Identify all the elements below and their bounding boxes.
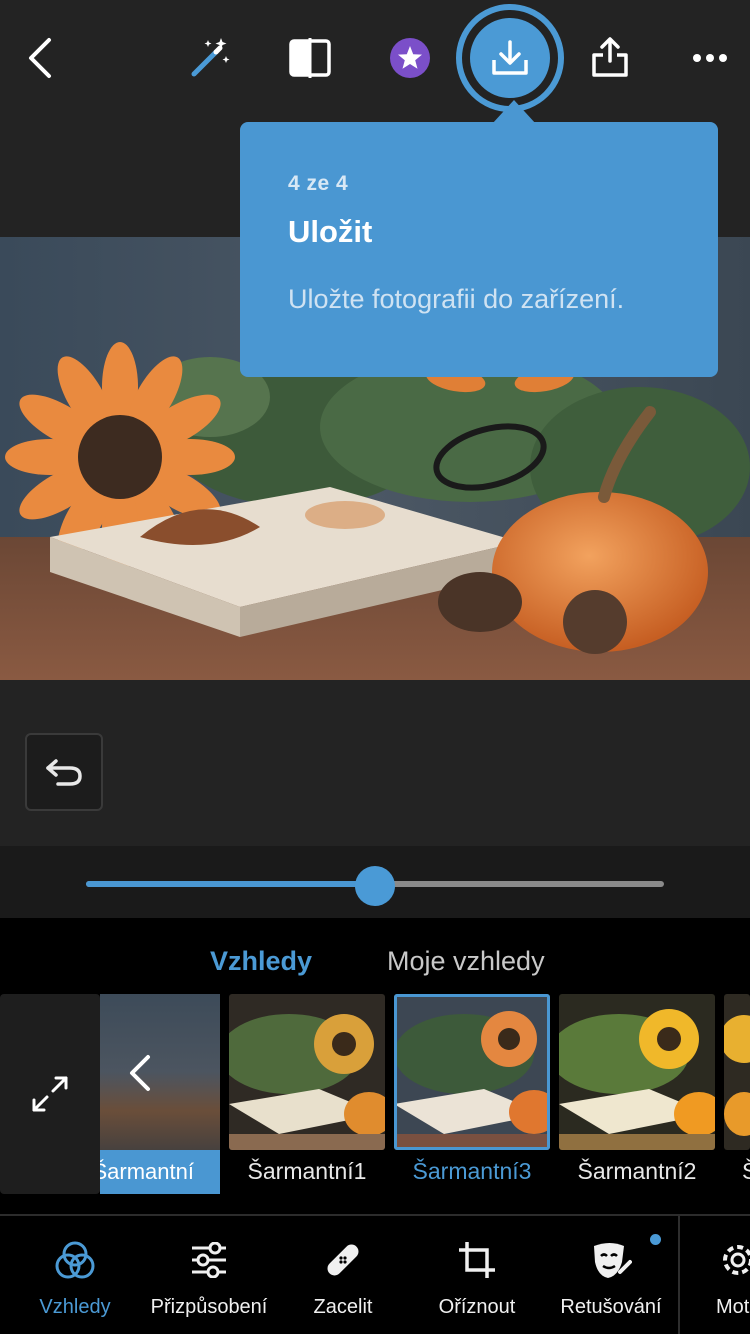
back-card-thumbnail [100,994,220,1150]
auto-enhance-button[interactable] [176,24,244,92]
preset-thumbnail[interactable] [559,994,715,1150]
nav-heal[interactable]: Zacelit [302,1216,384,1334]
magic-wand-icon [191,38,230,77]
back-card-label: Šarmantní [100,1150,220,1194]
bandage-icon [327,1244,359,1276]
looks-panel: Vzhledy Moje vzhledy Šarmantní Šarmantní… [0,918,750,1214]
intensity-slider-area [0,846,750,918]
chevron-left-icon [29,38,51,78]
retouch-icon [594,1243,632,1278]
preset-thumbnail[interactable] [229,994,385,1150]
expand-looks-button[interactable] [0,994,100,1194]
nav-label: Mot [716,1296,750,1318]
before-after-button[interactable] [276,24,344,92]
nav-looks[interactable]: Vzhledy [36,1216,114,1334]
preset-thumbnail[interactable] [724,994,750,1150]
nav-label: Zacelit [313,1296,373,1318]
tab-my-looks[interactable]: Moje vzhledy [387,946,545,977]
slider-fill [86,881,375,887]
star-badge-icon [390,38,430,78]
preset-label: Šarmantní1 [247,1158,367,1184]
gear-icon [723,1245,750,1275]
tooltip-title: Uložit [288,214,373,249]
tooltip-description: Uložte fotografii do zařízení. [288,284,625,314]
tooltip-arrow [492,100,536,124]
tooltip-step: 4 ze 4 [288,172,349,195]
chevron-left-icon [130,1055,150,1091]
preset-image [559,994,715,1150]
premium-button[interactable] [376,24,444,92]
coachmark-tooltip[interactable]: 4 ze 4 Uložit Uložte fotografii do zaříz… [240,122,718,377]
save-button[interactable] [456,4,564,112]
preset-image [229,994,385,1150]
bottom-toolbar: Vzhledy Přizpůsobení Zacelit Oříznout Re… [0,1214,750,1334]
nav-label: Přizpůsobení [150,1296,268,1318]
preset-image [394,994,550,1150]
nav-label: Oříznout [438,1296,516,1318]
preset-label: Š [742,1158,750,1184]
share-icon [592,37,628,77]
preset-label-selected: Šarmantní3 [412,1158,532,1184]
slider-thumb[interactable] [355,866,395,906]
undo-button[interactable] [25,733,103,811]
looks-back-card[interactable]: Šarmantní [100,994,220,1194]
expand-icon [32,1076,68,1112]
nav-retouch[interactable]: Retušování [556,1216,666,1334]
back-button[interactable] [6,24,74,92]
more-icon [693,54,727,62]
nav-label: Vzhledy [39,1296,111,1318]
preset-image [724,994,750,1150]
crop-icon [459,1242,495,1278]
top-toolbar [0,0,750,120]
before-after-icon [289,38,331,78]
nav-more[interactable]: Mot [712,1216,750,1334]
undo-icon [46,759,82,786]
new-badge-dot [650,1234,661,1245]
preset-label: Šarmantní2 [577,1158,697,1184]
share-button[interactable] [576,24,644,92]
preset-thumbnail-selected[interactable] [394,994,550,1150]
looks-icon [55,1241,95,1279]
nav-label: Retušování [560,1296,662,1318]
nav-crop[interactable]: Oříznout [430,1216,524,1334]
sliders-icon [192,1242,226,1278]
nav-divider [678,1216,680,1334]
download-icon [492,40,528,75]
nav-adjust[interactable]: Přizpůsobení [149,1216,269,1334]
tab-looks[interactable]: Vzhledy [210,946,312,977]
more-button[interactable] [676,24,744,92]
